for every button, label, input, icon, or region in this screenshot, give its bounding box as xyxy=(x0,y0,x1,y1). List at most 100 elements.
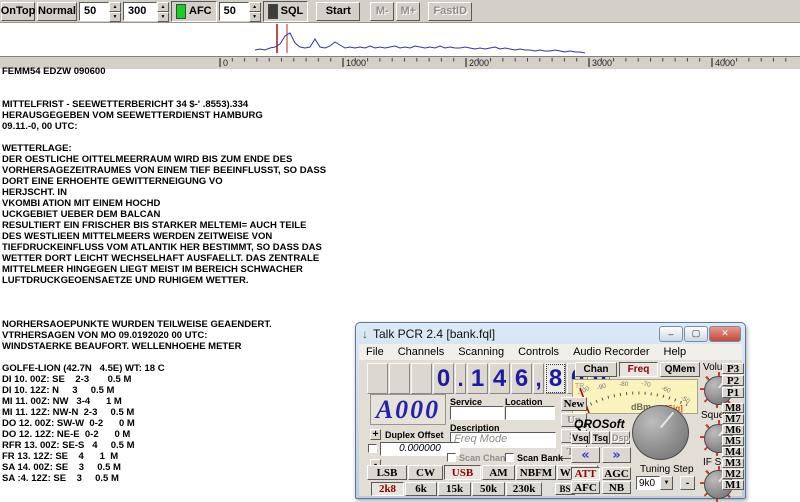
m2-button[interactable]: M2 xyxy=(722,468,744,480)
tune-up-button[interactable]: » xyxy=(602,447,631,463)
app-icon: ↓ xyxy=(362,326,368,341)
freq-digit[interactable]: 6 xyxy=(511,363,532,394)
menu-controls[interactable]: Controls xyxy=(511,346,566,358)
tuning-step-dropdown[interactable]: 9k0 ▼ xyxy=(636,476,673,490)
afc-led-icon xyxy=(176,3,186,19)
space-freq-arrows[interactable]: ▲ ▼ xyxy=(157,1,169,22)
new-button[interactable]: New xyxy=(561,397,587,411)
freq-digit[interactable]: 1 xyxy=(467,363,488,394)
mark-freq-spinner[interactable]: 50 ▲ ▼ xyxy=(79,1,121,22)
mode-lsb-button[interactable]: LSB xyxy=(367,465,407,480)
memory-plus-button[interactable]: M+ xyxy=(396,1,421,21)
afc-button[interactable]: AFC xyxy=(571,481,600,494)
decoder-app-window: OnTop Normal 50 ▲ ▼ 300 ▲ ▼ AFC 50 ▲ ▼ S… xyxy=(0,0,800,502)
duplex-plus-button[interactable]: + xyxy=(370,429,381,440)
m5-button[interactable]: M5 xyxy=(722,435,744,447)
mark-freq-arrows[interactable]: ▲ ▼ xyxy=(109,1,121,22)
freq-digit[interactable] xyxy=(411,363,432,394)
step-minus-button[interactable]: - xyxy=(680,476,695,490)
filter-50k-button[interactable]: 50k xyxy=(472,482,505,496)
svg-text:-80: -80 xyxy=(619,381,629,388)
close-button[interactable]: ✕ xyxy=(709,325,741,342)
m3-button[interactable]: M3 xyxy=(722,457,744,469)
menu-audio-recorder[interactable]: Audio Recorder xyxy=(566,346,656,358)
spin-down-icon[interactable]: ▼ xyxy=(248,11,261,22)
menu-help[interactable]: Help xyxy=(657,346,694,358)
p2-button[interactable]: P2 xyxy=(722,375,744,387)
title-bar[interactable]: ↓ Talk PCR 2.4 [bank.fql] – ▢ ✕ xyxy=(356,323,745,344)
m6-button[interactable]: M6 xyxy=(722,424,744,436)
spin-up-icon[interactable]: ▲ xyxy=(157,1,169,12)
dropdown-icon[interactable]: ▼ xyxy=(660,476,673,490)
mode-usb-button[interactable]: USB xyxy=(444,465,481,480)
maximize-button[interactable]: ▢ xyxy=(684,325,708,342)
qmem-button[interactable]: QMem xyxy=(660,362,700,377)
space-freq-spinner[interactable]: 300 ▲ ▼ xyxy=(123,1,169,22)
p3-button[interactable]: P3 xyxy=(722,363,744,375)
att-button[interactable]: ATT xyxy=(571,467,600,480)
tsq-button[interactable]: Tsq xyxy=(591,431,610,444)
nb-button[interactable]: NB xyxy=(602,481,631,494)
menu-channels[interactable]: Channels xyxy=(391,346,451,358)
fastid-button[interactable]: FastID xyxy=(428,1,473,21)
menu-file[interactable]: File xyxy=(359,346,391,358)
svg-text:-90: -90 xyxy=(596,382,607,392)
squelch-level-value[interactable]: 50 xyxy=(218,1,249,21)
spin-down-icon[interactable]: ▼ xyxy=(157,11,169,22)
normal-button[interactable]: Normal xyxy=(37,1,77,21)
brand-label: QROSoft xyxy=(574,417,625,431)
freq-digit[interactable] xyxy=(389,363,410,394)
start-button[interactable]: Start xyxy=(316,1,361,21)
squelch-level-spinner[interactable]: 50 ▲ ▼ xyxy=(218,1,261,22)
freq-digit-focused[interactable]: 8 xyxy=(545,363,566,394)
filter-6k-button[interactable]: 6k xyxy=(405,482,437,496)
scan-chan-label: Scan Chan xyxy=(459,453,506,463)
m8-button[interactable]: M8 xyxy=(722,402,744,414)
service-input[interactable] xyxy=(450,406,504,420)
chan-button[interactable]: Chan xyxy=(575,362,617,377)
m1-button[interactable]: M1 xyxy=(722,479,744,491)
vsq-button[interactable]: Vsq xyxy=(571,431,590,444)
location-input[interactable] xyxy=(505,406,555,420)
p1-button[interactable]: P1 xyxy=(722,387,744,399)
squelch-level-arrows[interactable]: ▲ ▼ xyxy=(248,1,261,22)
sql-indicator[interactable]: SQL xyxy=(262,0,309,22)
description-input[interactable]: Freq Mode xyxy=(450,432,556,448)
knob-indicator xyxy=(659,411,675,429)
mode-am-button[interactable]: AM xyxy=(482,465,515,480)
afc-indicator[interactable]: AFC xyxy=(171,0,217,22)
spin-up-icon[interactable]: ▲ xyxy=(248,1,261,12)
freq-digit[interactable]: 4 xyxy=(489,363,510,394)
agc-button[interactable]: AGC xyxy=(602,467,631,480)
filter-2k8-button[interactable]: 2k8 xyxy=(371,482,404,496)
spectrum-display[interactable] xyxy=(0,23,800,56)
minimize-button[interactable]: – xyxy=(659,325,683,342)
mode-nbfm-button[interactable]: NBFM xyxy=(516,465,556,480)
tuning-knob[interactable] xyxy=(632,405,689,460)
tuning-step-value[interactable]: 9k0 xyxy=(636,476,660,490)
m7-button[interactable]: M7 xyxy=(722,413,744,425)
filter-230k-button[interactable]: 230k xyxy=(506,482,542,496)
ontop-button[interactable]: OnTop xyxy=(1,1,35,21)
m4-button[interactable]: M4 xyxy=(722,446,744,458)
scan-chan-checkbox[interactable] xyxy=(447,453,456,462)
freq-digit[interactable]: 0 xyxy=(433,363,454,394)
scan-bank-checkbox[interactable] xyxy=(505,453,514,462)
duplex-checkbox[interactable] xyxy=(368,444,377,453)
filter-15k-button[interactable]: 15k xyxy=(438,482,471,496)
mode-cw-button[interactable]: CW xyxy=(408,465,443,480)
menu-scanning[interactable]: Scanning xyxy=(451,346,511,358)
spin-down-icon[interactable]: ▼ xyxy=(109,11,121,22)
tune-down-button[interactable]: « xyxy=(571,447,600,463)
spin-up-icon[interactable]: ▲ xyxy=(109,1,121,12)
freq-button[interactable]: Freq xyxy=(619,362,658,377)
dsp-button[interactable]: Dsp xyxy=(611,431,630,444)
space-freq-value[interactable]: 300 xyxy=(123,1,157,21)
window-title: Talk PCR 2.4 [bank.fql] xyxy=(373,326,496,341)
mode-button-row: LSB CW USB AM NBFM WBFM xyxy=(367,465,598,480)
mark-freq-value[interactable]: 50 xyxy=(79,1,109,21)
freq-digit[interactable] xyxy=(367,363,388,394)
talk-pcr-window[interactable]: ↓ Talk PCR 2.4 [bank.fql] – ▢ ✕ File Cha… xyxy=(355,322,746,502)
memory-minus-button[interactable]: M- xyxy=(370,1,395,21)
freq-separator: . xyxy=(455,363,466,394)
